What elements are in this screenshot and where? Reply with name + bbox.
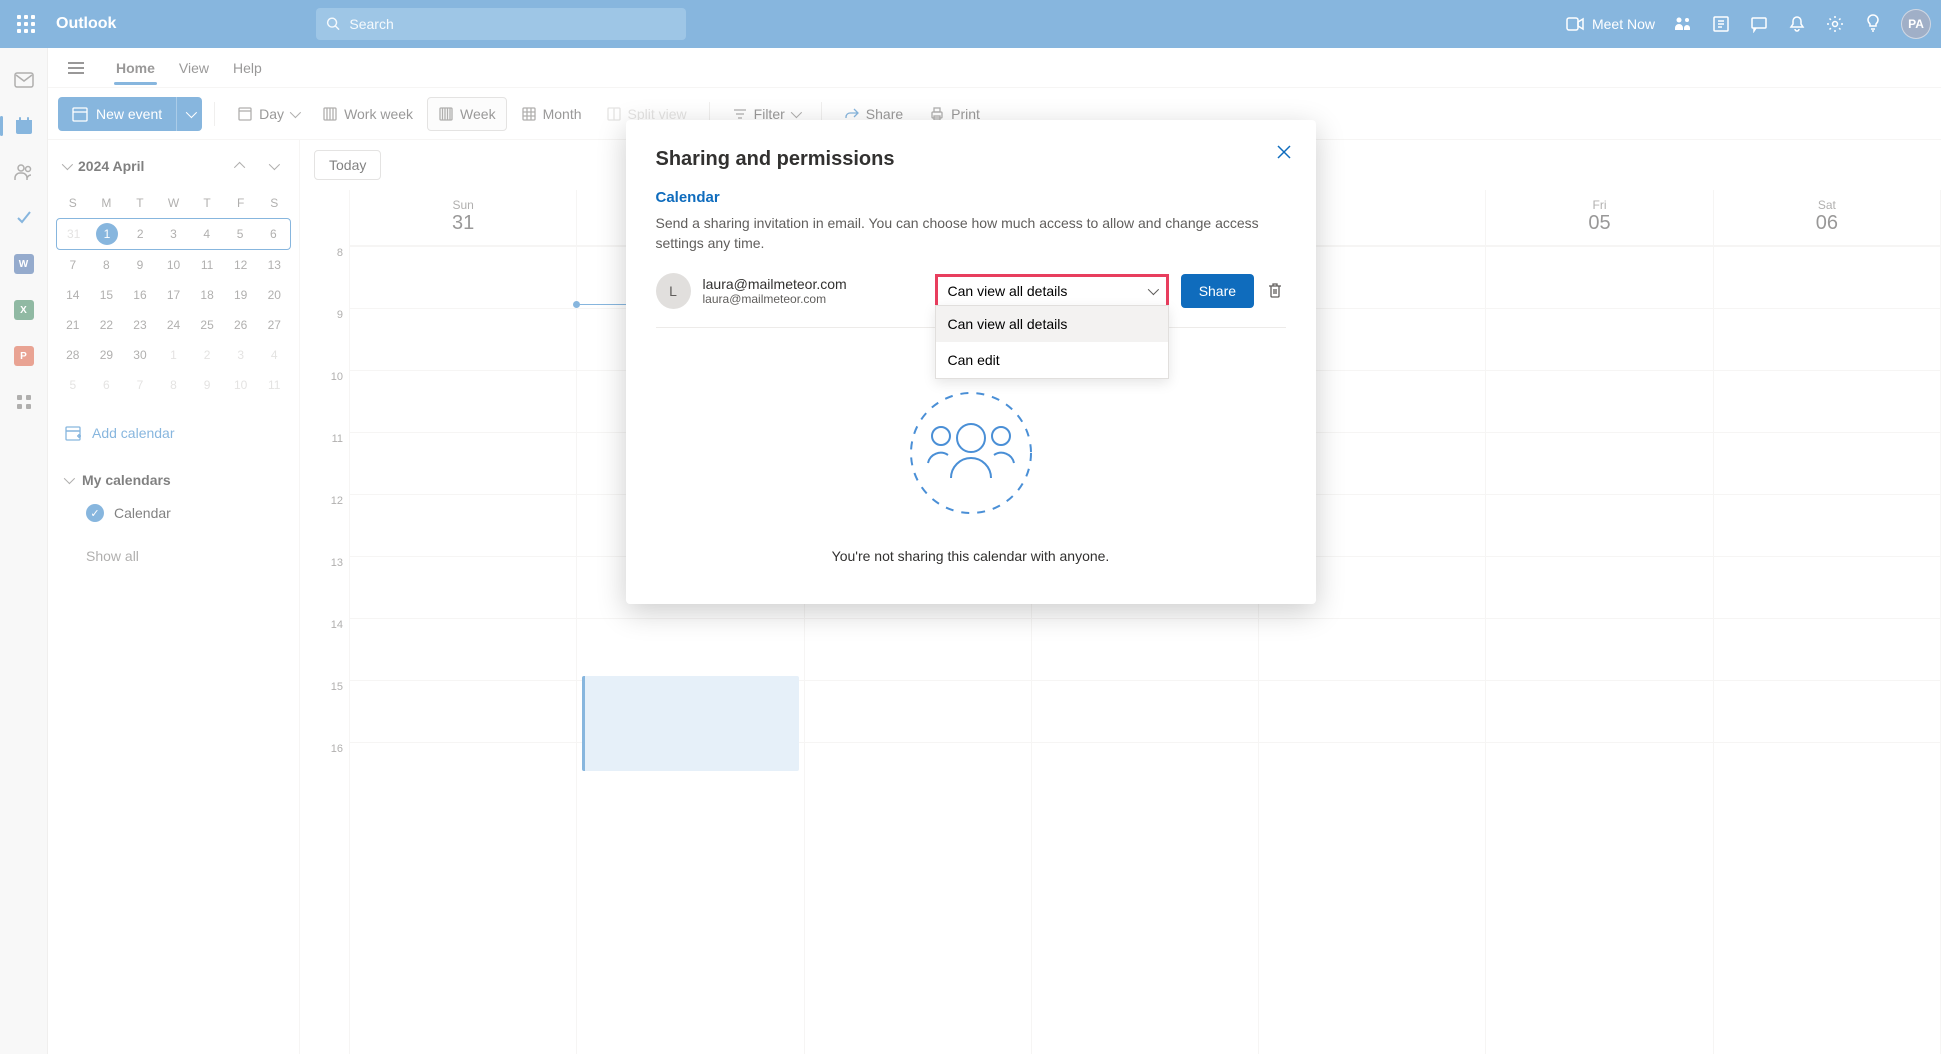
share-user-row: L laura@mailmeteor.com laura@mailmeteor.… — [656, 273, 1286, 328]
permission-option-view[interactable]: Can view all details — [936, 306, 1168, 342]
empty-state-text: You're not sharing this calendar with an… — [832, 548, 1110, 564]
empty-state: You're not sharing this calendar with an… — [656, 388, 1286, 564]
user-email: laura@mailmeteor.com — [703, 292, 923, 306]
remove-user-button[interactable] — [1266, 281, 1285, 301]
trash-icon — [1266, 281, 1284, 299]
user-info: laura@mailmeteor.com laura@mailmeteor.co… — [703, 276, 923, 306]
permission-selected-label: Can view all details — [948, 283, 1068, 299]
user-avatar: L — [656, 273, 691, 309]
modal-overlay: Sharing and permissions Calendar Send a … — [0, 0, 1941, 1054]
chevron-down-icon — [1147, 284, 1158, 295]
share-submit-button[interactable]: Share — [1181, 274, 1254, 308]
sharing-dialog: Sharing and permissions Calendar Send a … — [626, 120, 1316, 604]
dialog-description: Send a sharing invitation in email. You … — [656, 214, 1286, 253]
permission-dropdown: Can view all details Can edit — [935, 305, 1169, 379]
dialog-title: Sharing and permissions — [656, 148, 1286, 171]
close-button[interactable] — [1270, 138, 1298, 166]
dialog-subtitle: Calendar — [656, 189, 1286, 206]
permission-option-edit[interactable]: Can edit — [936, 342, 1168, 378]
close-icon — [1277, 145, 1291, 159]
user-name: laura@mailmeteor.com — [703, 276, 923, 292]
permission-select[interactable]: Can view all details Can view all detail… — [935, 274, 1169, 308]
people-illustration — [906, 388, 1036, 518]
